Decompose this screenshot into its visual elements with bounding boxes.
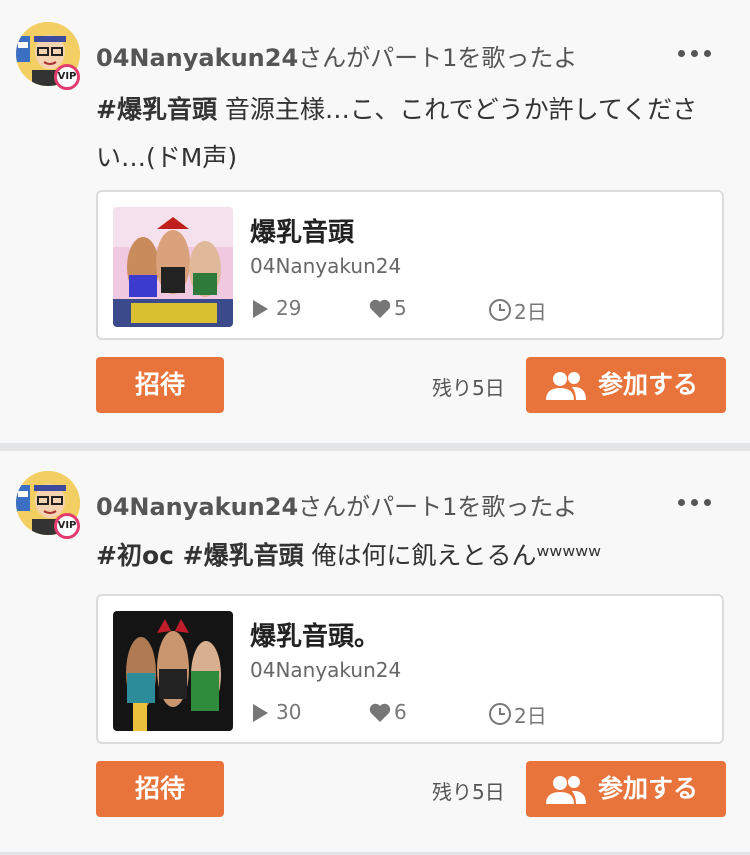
join-button-label: 参加する <box>598 370 699 399</box>
invite-button[interactable]: 招待 <box>96 761 224 817</box>
vip-badge: VIP <box>54 513 80 539</box>
more-options-button[interactable] <box>676 50 712 60</box>
avatar[interactable]: VIP <box>16 471 80 539</box>
hashtag[interactable]: #爆乳音頭 <box>174 541 304 570</box>
heart-icon <box>369 703 391 722</box>
post-header: 04Nanyakun24さんがパート1を歌ったよ <box>96 487 577 522</box>
vip-badge: VIP <box>54 64 80 90</box>
post-action-text: さんがパート1を歌ったよ <box>298 493 578 521</box>
song-card[interactable]: 爆乳音頭 04Nanyakun24 29 5 2日 <box>96 190 724 340</box>
post-text: #爆乳音頭 音源主様…こ、これでどうか許してください…(ドM声) <box>96 86 716 182</box>
clock-icon <box>489 299 511 321</box>
post-text: #初oc #爆乳音頭 俺は何に飢えとるんʷʷʷʷʷ <box>96 532 716 580</box>
play-icon <box>253 704 268 722</box>
song-card[interactable]: 爆乳音頭。 04Nanyakun24 30 6 2日 <box>96 594 724 744</box>
feed-post: VIP 04Nanyakun24さんがパート1を歌ったよ #初oc #爆乳音頭 … <box>0 451 750 852</box>
join-button[interactable]: 参加する <box>526 357 726 413</box>
username-link[interactable]: 04Nanyakun24 <box>96 493 298 521</box>
remaining-time: 残り5日 <box>432 780 505 804</box>
username-link[interactable]: 04Nanyakun24 <box>96 44 298 72</box>
avatar[interactable]: VIP <box>16 22 80 90</box>
clock-icon <box>489 703 511 725</box>
heart-icon <box>369 299 391 318</box>
hashtag[interactable]: #初oc <box>96 541 174 570</box>
more-icon <box>678 50 685 57</box>
remaining-time: 残り5日 <box>432 376 505 400</box>
song-title: 爆乳音頭。 <box>250 622 381 652</box>
post-action-text: さんがパート1を歌ったよ <box>298 44 578 72</box>
join-button-label: 参加する <box>598 774 699 803</box>
people-icon <box>546 776 586 804</box>
song-owner: 04Nanyakun24 <box>250 658 402 682</box>
people-icon <box>546 372 586 400</box>
post-header: 04Nanyakun24さんがパート1を歌ったよ <box>96 38 577 73</box>
play-icon <box>253 300 268 318</box>
more-icon <box>678 499 685 506</box>
song-thumbnail <box>113 611 233 731</box>
post-message: 俺は何に飢えとるんʷʷʷʷʷ <box>303 541 601 570</box>
hashtag[interactable]: #爆乳音頭 <box>96 95 217 124</box>
song-owner: 04Nanyakun24 <box>250 254 402 278</box>
invite-button[interactable]: 招待 <box>96 357 224 413</box>
join-button[interactable]: 参加する <box>526 761 726 817</box>
feed-post: VIP 04Nanyakun24さんがパート1を歌ったよ #爆乳音頭 音源主様…… <box>0 0 750 443</box>
song-title: 爆乳音頭 <box>250 218 355 248</box>
song-thumbnail <box>113 207 233 327</box>
more-options-button[interactable] <box>676 499 712 509</box>
